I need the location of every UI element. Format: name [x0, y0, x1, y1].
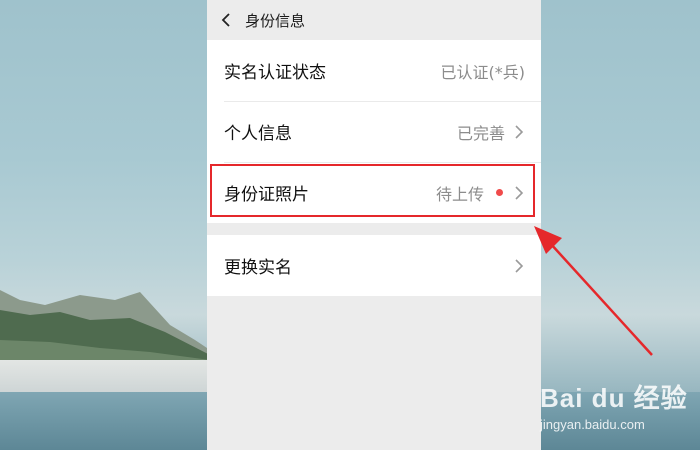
id-photo-value: 待上传: [435, 184, 484, 204]
row-value: [505, 258, 525, 274]
watermark-url: jingyan.baidu.com: [540, 417, 645, 432]
watermark: Bai du 经验 jingyan.baidu.com: [540, 378, 688, 432]
settings-group-2: 更换实名: [207, 235, 541, 296]
realname-status-value: 已认证(*兵): [440, 62, 526, 82]
settings-group-1: 实名认证状态 已认证(*兵) 个人信息 已完善 身份证照片 待上传: [207, 40, 541, 223]
row-value: 待上传: [436, 181, 525, 205]
chevron-right-icon: [515, 124, 524, 139]
personal-info-value: 已完善: [456, 123, 505, 143]
row-change-realname[interactable]: 更换实名: [207, 235, 541, 296]
nav-bar: 身份信息: [207, 0, 541, 40]
row-personal-info[interactable]: 个人信息 已完善: [207, 101, 541, 162]
phone-screen: 身份信息 实名认证状态 已认证(*兵) 个人信息 已完善 身份证照片 待上传 更…: [207, 0, 541, 450]
row-label: 实名认证状态: [224, 63, 326, 83]
watermark-brand: Bai du 经验: [540, 383, 688, 413]
row-realname-status[interactable]: 实名认证状态 已认证(*兵): [207, 40, 541, 101]
page-title: 身份信息: [245, 11, 306, 30]
chevron-right-icon: [515, 185, 524, 200]
row-label: 身份证照片: [224, 185, 309, 205]
row-value: 已完善: [457, 120, 525, 144]
back-arrow-icon[interactable]: [221, 12, 237, 28]
group-spacer: [207, 223, 541, 235]
chevron-right-icon: [515, 258, 524, 273]
unread-dot-icon: [496, 189, 503, 196]
row-label: 更换实名: [224, 258, 292, 278]
row-id-photo[interactable]: 身份证照片 待上传: [207, 162, 541, 223]
row-label: 个人信息: [224, 124, 292, 144]
row-value: 已认证(*兵): [441, 59, 526, 83]
